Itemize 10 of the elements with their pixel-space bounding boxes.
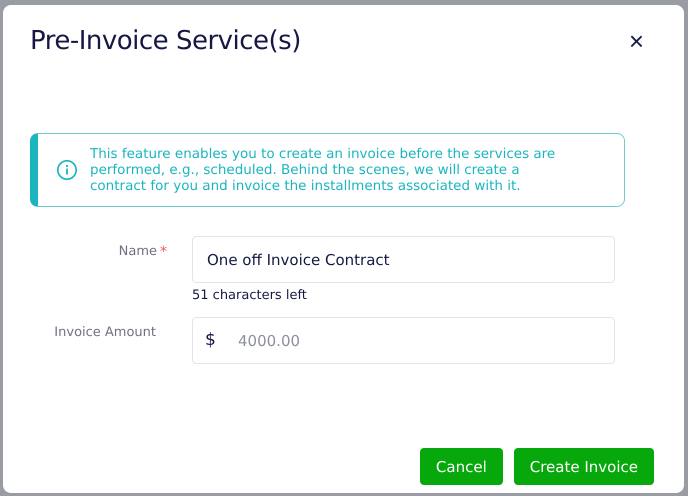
close-button[interactable]: × [622,28,650,54]
name-field[interactable]: One off Invoice Contract [192,236,615,283]
dialog-title: Pre-Invoice Service(s) [30,26,301,56]
character-count: 51 characters left [192,288,308,303]
notice-text: This feature enables you to create an invoice before the services are performed, e.g., scheduled. Behind the scenes, we will create a contract for you and invoice the installments associated with it. [90,146,556,194]
currency-symbol: $ [205,330,216,350]
field-label: Invoice Amount [54,325,156,340]
field-label: Name [118,244,157,259]
info-icon [56,159,78,181]
required-mark: * [160,244,167,260]
